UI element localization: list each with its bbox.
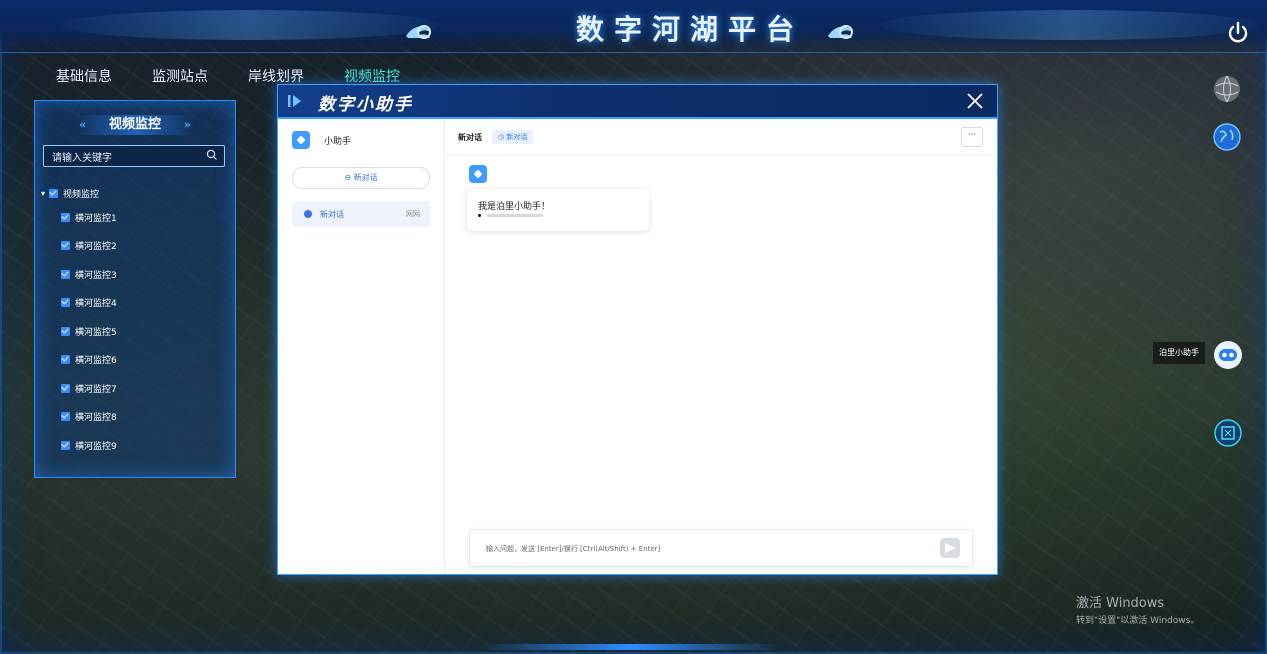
checkbox[interactable]: [61, 269, 70, 279]
assistant-logo-icon: [292, 131, 310, 149]
chevron-left-icon: «: [79, 118, 87, 131]
wave-logo-icon: [828, 25, 853, 39]
typing-indicator: [478, 214, 543, 217]
checkbox[interactable]: [49, 188, 58, 198]
tree-item[interactable]: 横河监控4: [41, 289, 231, 318]
bottom-decoration: [480, 644, 780, 650]
tree-item[interactable]: 横河监控1: [41, 203, 231, 232]
checkbox[interactable]: [61, 212, 70, 222]
more-button[interactable]: ···: [961, 127, 983, 147]
chat-tag-label: 新对话: [506, 133, 528, 141]
tree-item-label: 横河监控6: [75, 356, 117, 367]
chat-input[interactable]: [484, 540, 928, 558]
tree-item-label: 横河监控5: [75, 327, 117, 338]
conversation-item[interactable]: 新对话 网网: [292, 201, 430, 227]
globe-gray-icon[interactable]: [1212, 74, 1242, 104]
video-monitor-panel: « 视频监控 » ▾ 视频监控 横河监控1 横河监控2 横河监控3 横河监控4 …: [34, 100, 236, 478]
checkbox[interactable]: [61, 440, 70, 450]
modal-title: 数字小助手: [318, 95, 413, 115]
header-left-wing: [60, 10, 440, 40]
tree-item-label: 横河监控3: [75, 270, 117, 281]
chat-input-bar: [469, 529, 973, 567]
chat-tag[interactable]: ◷ 新对话: [492, 130, 534, 144]
tree-item-label: 横河监控9: [75, 441, 117, 452]
panel-title: « 视频监控 »: [75, 115, 195, 135]
panel-title-text: 视频监控: [108, 117, 161, 132]
conversation-meta: 网网: [406, 210, 420, 218]
map-layers-icon[interactable]: [1214, 419, 1242, 447]
search-box: [43, 145, 225, 168]
checkbox[interactable]: [61, 355, 70, 365]
search-input[interactable]: [44, 149, 202, 168]
tab-basic-info[interactable]: 基础信息: [38, 66, 130, 88]
tree-item[interactable]: 横河监控3: [41, 260, 231, 289]
checkbox[interactable]: [61, 326, 70, 336]
caret-down-icon[interactable]: ▾: [41, 189, 49, 198]
watermark-line1: 激活 Windows: [1076, 596, 1165, 611]
tree-item-label: 横河监控8: [75, 413, 117, 424]
tree-item[interactable]: 横河监控2: [41, 232, 231, 261]
tree-item[interactable]: 横河监控7: [41, 374, 231, 403]
tree-item[interactable]: 横河监控6: [41, 346, 231, 375]
modal-header: 数字小助手: [278, 85, 997, 119]
play-icon: [288, 95, 301, 107]
bot-avatar: [469, 165, 487, 183]
power-icon[interactable]: [1225, 20, 1251, 46]
conversation-title: 新对话: [320, 209, 344, 219]
top-header: 数字河湖平台: [0, 0, 1267, 53]
new-chat-label: 新对话: [353, 173, 378, 182]
checkbox[interactable]: [61, 412, 70, 422]
windows-activation-watermark: 激活 Windows 转到"设置"以激活 Windows。: [1076, 592, 1199, 626]
checkbox[interactable]: [61, 383, 70, 393]
tree-item-label: 横河监控4: [75, 299, 117, 310]
tree-item-label: 横河监控7: [75, 384, 117, 395]
brand: 小助手: [292, 131, 351, 149]
send-button[interactable]: [940, 538, 960, 558]
tree-item[interactable]: 横河监控8: [41, 403, 231, 432]
search-icon[interactable]: [206, 149, 218, 161]
tree-item[interactable]: 横河监控9: [41, 431, 231, 460]
assistant-tooltip: 泊里小助手: [1153, 342, 1205, 364]
header-right-wing: [880, 10, 1260, 40]
tree-root[interactable]: ▾ 视频监控: [41, 183, 231, 203]
tree-root-label: 视频监控: [63, 189, 100, 200]
close-icon[interactable]: [965, 91, 985, 111]
bot-message-bubble: 我是泊里小助手！: [467, 189, 649, 231]
chat-header: 新对话 ◷ 新对话 ···: [445, 119, 997, 156]
chat-bubble-icon: ⊖: [344, 173, 352, 182]
chat-main: 新对话 ◷ 新对话 ··· 我是泊里小助手！: [445, 119, 997, 574]
brand-name: 小助手: [324, 136, 352, 147]
checkbox[interactable]: [61, 241, 70, 251]
wave-logo-icon: [406, 25, 431, 39]
tree-item-label: 横河监控2: [75, 242, 117, 253]
tree-item[interactable]: 横河监控5: [41, 317, 231, 346]
platform-title: 数字河湖平台: [575, 13, 804, 46]
clock-icon: ◷: [498, 133, 505, 141]
camera-tree: ▾ 视频监控 横河监控1 横河监控2 横河监控3 横河监控4 横河监控5 横河监…: [41, 183, 231, 460]
chevron-right-icon: »: [183, 118, 191, 131]
chat-title: 新对话: [458, 132, 482, 142]
new-chat-button[interactable]: ⊖ 新对话: [292, 167, 430, 189]
tab-monitoring-stations[interactable]: 监测站点: [134, 66, 226, 88]
checkbox[interactable]: [61, 298, 70, 308]
tree-item-label: 横河监控1: [75, 213, 117, 224]
watermark-line2: 转到"设置"以激活 Windows。: [1076, 616, 1200, 626]
conversation-icon: [304, 210, 312, 218]
assistant-modal: 数字小助手 小助手 ⊖ 新对话 新对话 网网 新对话 ◷ 新对话 ··· 我是泊…: [277, 84, 998, 575]
bot-message-text: 我是泊里小助手！: [478, 202, 551, 212]
chat-sidebar: 小助手 ⊖ 新对话 新对话 网网: [278, 119, 445, 574]
robot-assistant-icon[interactable]: [1213, 340, 1243, 370]
globe-blue-icon[interactable]: [1212, 122, 1242, 152]
